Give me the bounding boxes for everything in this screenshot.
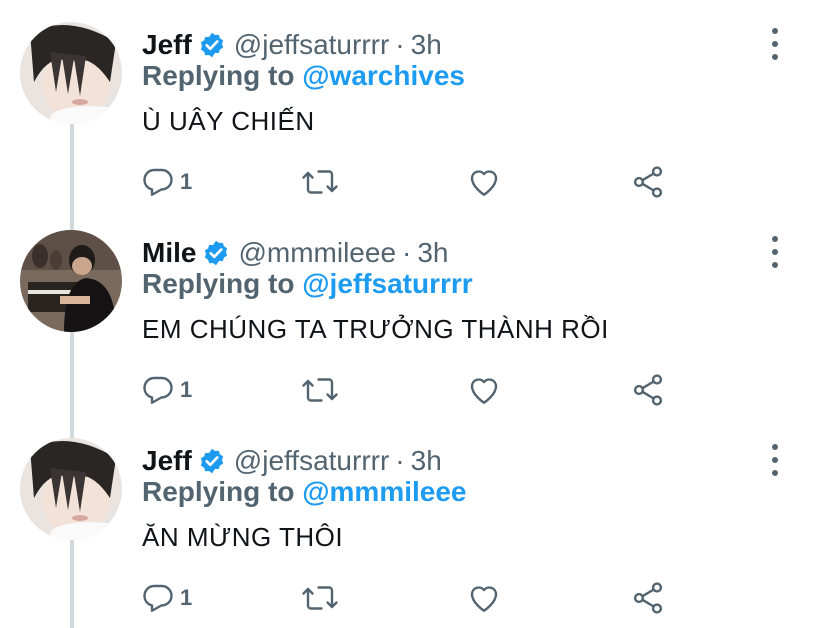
more-icon[interactable] bbox=[760, 442, 790, 478]
heart-icon bbox=[466, 372, 502, 408]
reply-icon bbox=[140, 580, 176, 616]
tweet-header: Mile @mmmileee · 3h bbox=[142, 236, 449, 270]
share-button[interactable] bbox=[630, 578, 666, 618]
verified-badge-icon bbox=[198, 31, 226, 59]
tweet[interactable]: Mile @mmmileee · 3h Replying to @jeffsat… bbox=[0, 208, 828, 416]
tweet-actions: 1 bbox=[140, 578, 700, 618]
display-name[interactable]: Jeff bbox=[142, 445, 192, 477]
replying-to-handle[interactable]: @mmmileee bbox=[302, 476, 466, 507]
tweet-header: Jeff @jeffsaturrrr · 3h bbox=[142, 28, 442, 62]
reply-count: 1 bbox=[180, 377, 193, 402]
display-name[interactable]: Jeff bbox=[142, 29, 192, 61]
replying-prefix: Replying to bbox=[142, 268, 295, 299]
retweet-icon bbox=[300, 164, 340, 200]
retweet-icon bbox=[300, 372, 340, 408]
verified-badge-icon bbox=[202, 239, 230, 267]
verified-badge-icon bbox=[198, 447, 226, 475]
tweet-header: Jeff @jeffsaturrrr · 3h bbox=[142, 444, 442, 478]
replying-to: Replying to @mmmileee bbox=[142, 476, 467, 508]
like-button[interactable] bbox=[466, 162, 502, 202]
avatar[interactable] bbox=[20, 230, 122, 332]
replying-to: Replying to @warchives bbox=[142, 60, 465, 92]
heart-icon bbox=[466, 164, 502, 200]
share-icon bbox=[630, 372, 666, 408]
reply-icon bbox=[140, 164, 176, 200]
retweet-icon bbox=[300, 580, 340, 616]
replying-prefix: Replying to bbox=[142, 476, 295, 507]
replying-to: Replying to @jeffsaturrrr bbox=[142, 268, 473, 300]
timestamp[interactable]: 3h bbox=[417, 237, 448, 269]
retweet-button[interactable] bbox=[300, 370, 340, 410]
reply-button[interactable]: 1 bbox=[140, 162, 192, 202]
share-icon bbox=[630, 164, 666, 200]
separator-dot: · bbox=[395, 445, 405, 476]
tweet[interactable]: Jeff @jeffsaturrrr · 3h Replying to @mmm… bbox=[0, 416, 828, 624]
like-button[interactable] bbox=[466, 370, 502, 410]
reply-count: 1 bbox=[180, 585, 193, 610]
share-icon bbox=[630, 580, 666, 616]
more-icon[interactable] bbox=[760, 234, 790, 270]
share-button[interactable] bbox=[630, 370, 666, 410]
tweet-actions: 1 bbox=[140, 162, 700, 202]
avatar[interactable] bbox=[20, 22, 122, 124]
share-button[interactable] bbox=[630, 162, 666, 202]
tweet[interactable]: Jeff @jeffsaturrrr · 3h Replying to @war… bbox=[0, 0, 828, 208]
like-button[interactable] bbox=[466, 578, 502, 618]
timestamp[interactable]: 3h bbox=[411, 29, 442, 61]
tweet-text: ĂN MỪNG THÔI bbox=[142, 522, 344, 552]
reply-button[interactable]: 1 bbox=[140, 578, 192, 618]
reply-icon bbox=[140, 372, 176, 408]
heart-icon bbox=[466, 580, 502, 616]
separator-dot: · bbox=[402, 237, 412, 268]
retweet-button[interactable] bbox=[300, 578, 340, 618]
user-handle[interactable]: @mmmileee bbox=[238, 237, 396, 269]
more-icon[interactable] bbox=[760, 26, 790, 62]
user-handle[interactable]: @jeffsaturrrr bbox=[234, 445, 390, 477]
replying-to-handle[interactable]: @warchives bbox=[302, 60, 465, 91]
retweet-button[interactable] bbox=[300, 162, 340, 202]
avatar[interactable] bbox=[20, 438, 122, 540]
timestamp[interactable]: 3h bbox=[411, 445, 442, 477]
reply-button[interactable]: 1 bbox=[140, 370, 192, 410]
user-handle[interactable]: @jeffsaturrrr bbox=[234, 29, 390, 61]
separator-dot: · bbox=[395, 29, 405, 60]
reply-count: 1 bbox=[180, 169, 193, 194]
tweet-actions: 1 bbox=[140, 370, 700, 410]
tweet-text: EM CHÚNG TA TRƯỞNG THÀNH RỒI bbox=[142, 314, 609, 344]
replying-to-handle[interactable]: @jeffsaturrrr bbox=[302, 268, 472, 299]
replying-prefix: Replying to bbox=[142, 60, 295, 91]
display-name[interactable]: Mile bbox=[142, 237, 196, 269]
tweet-text: Ù UÂY CHIẾN bbox=[142, 106, 315, 136]
